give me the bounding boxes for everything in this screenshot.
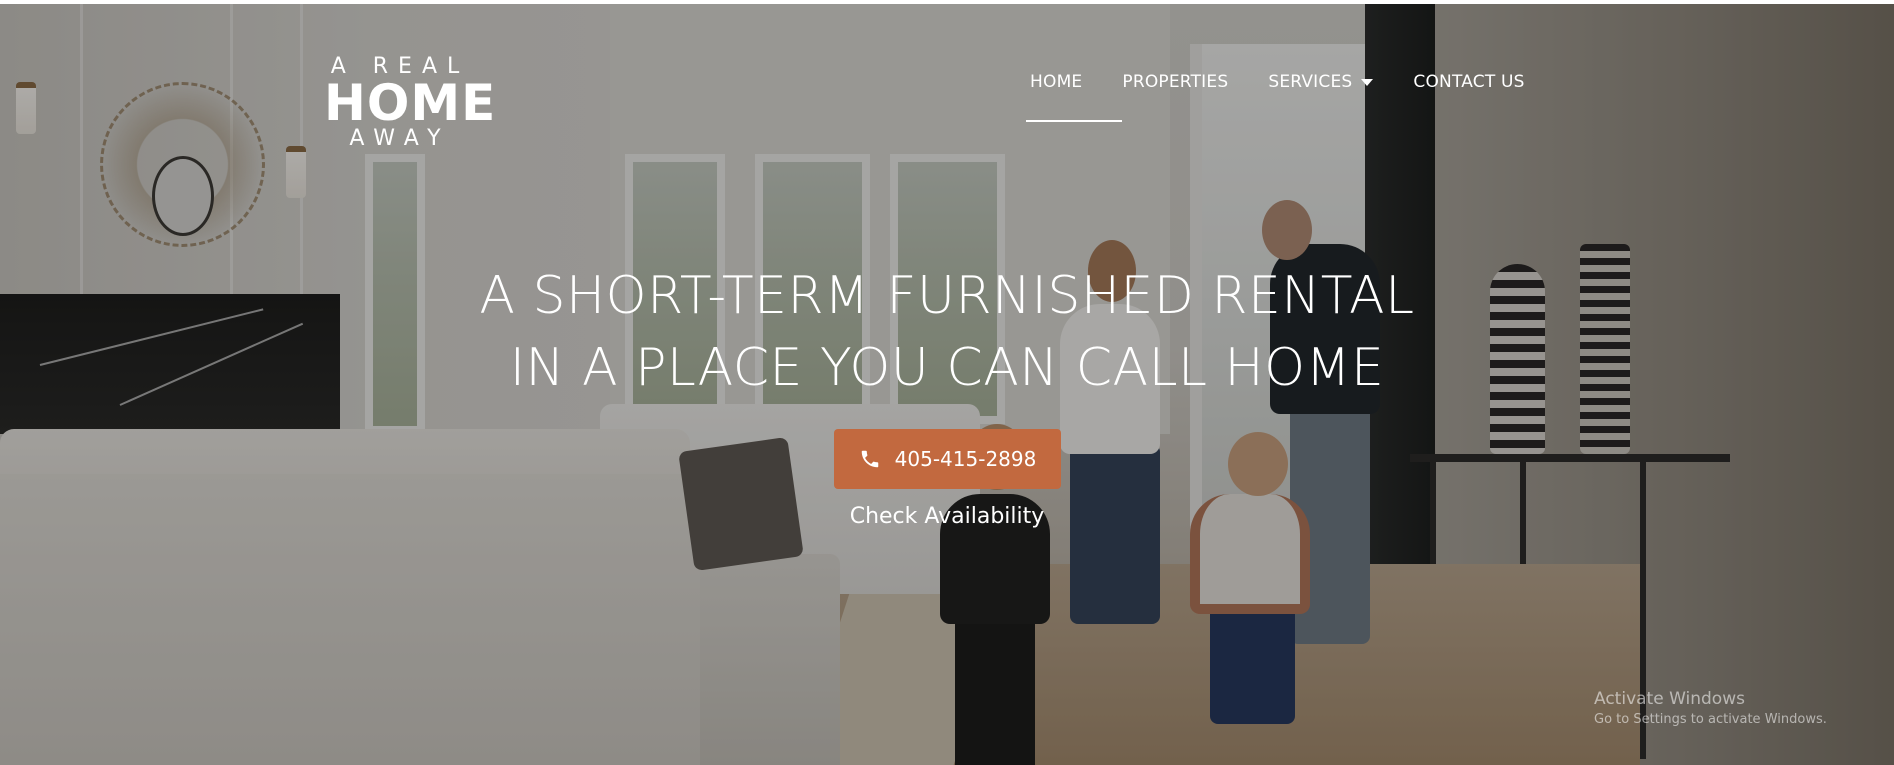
watermark-subtitle: Go to Settings to activate Windows.	[1594, 712, 1827, 727]
logo-line-main: HOME	[324, 74, 497, 132]
active-nav-indicator	[1026, 120, 1122, 122]
check-availability-link[interactable]: Check Availability	[0, 504, 1894, 529]
nav-services[interactable]: SERVICES	[1268, 72, 1374, 92]
chevron-down-icon	[1361, 78, 1374, 86]
nav-services-label: SERVICES	[1268, 72, 1353, 92]
phone-number: 405-415-2898	[894, 447, 1037, 471]
phone-call-button[interactable]: 405-415-2898	[834, 429, 1061, 489]
activate-windows-watermark: Activate Windows Go to Settings to activ…	[1594, 688, 1827, 730]
nav-home[interactable]: HOME	[1030, 72, 1082, 92]
watermark-title: Activate Windows	[1594, 689, 1745, 709]
phone-icon	[861, 450, 878, 468]
hero-headline-line-1: A SHORT-TERM FURNISHED RENTAL	[479, 266, 1415, 326]
site-logo[interactable]: A REAL HOME AWAY	[324, 56, 497, 156]
hero-headline-line-2: IN A PLACE YOU CAN CALL HOME	[509, 338, 1385, 398]
main-navigation: HOME PROPERTIES SERVICES CONTACT US	[1030, 70, 1525, 94]
nav-properties[interactable]: PROPERTIES	[1122, 72, 1228, 92]
hero-headline: A SHORT-TERM FURNISHED RENTAL IN A PLACE…	[0, 260, 1894, 404]
nav-contact-us[interactable]: CONTACT US	[1413, 72, 1524, 92]
